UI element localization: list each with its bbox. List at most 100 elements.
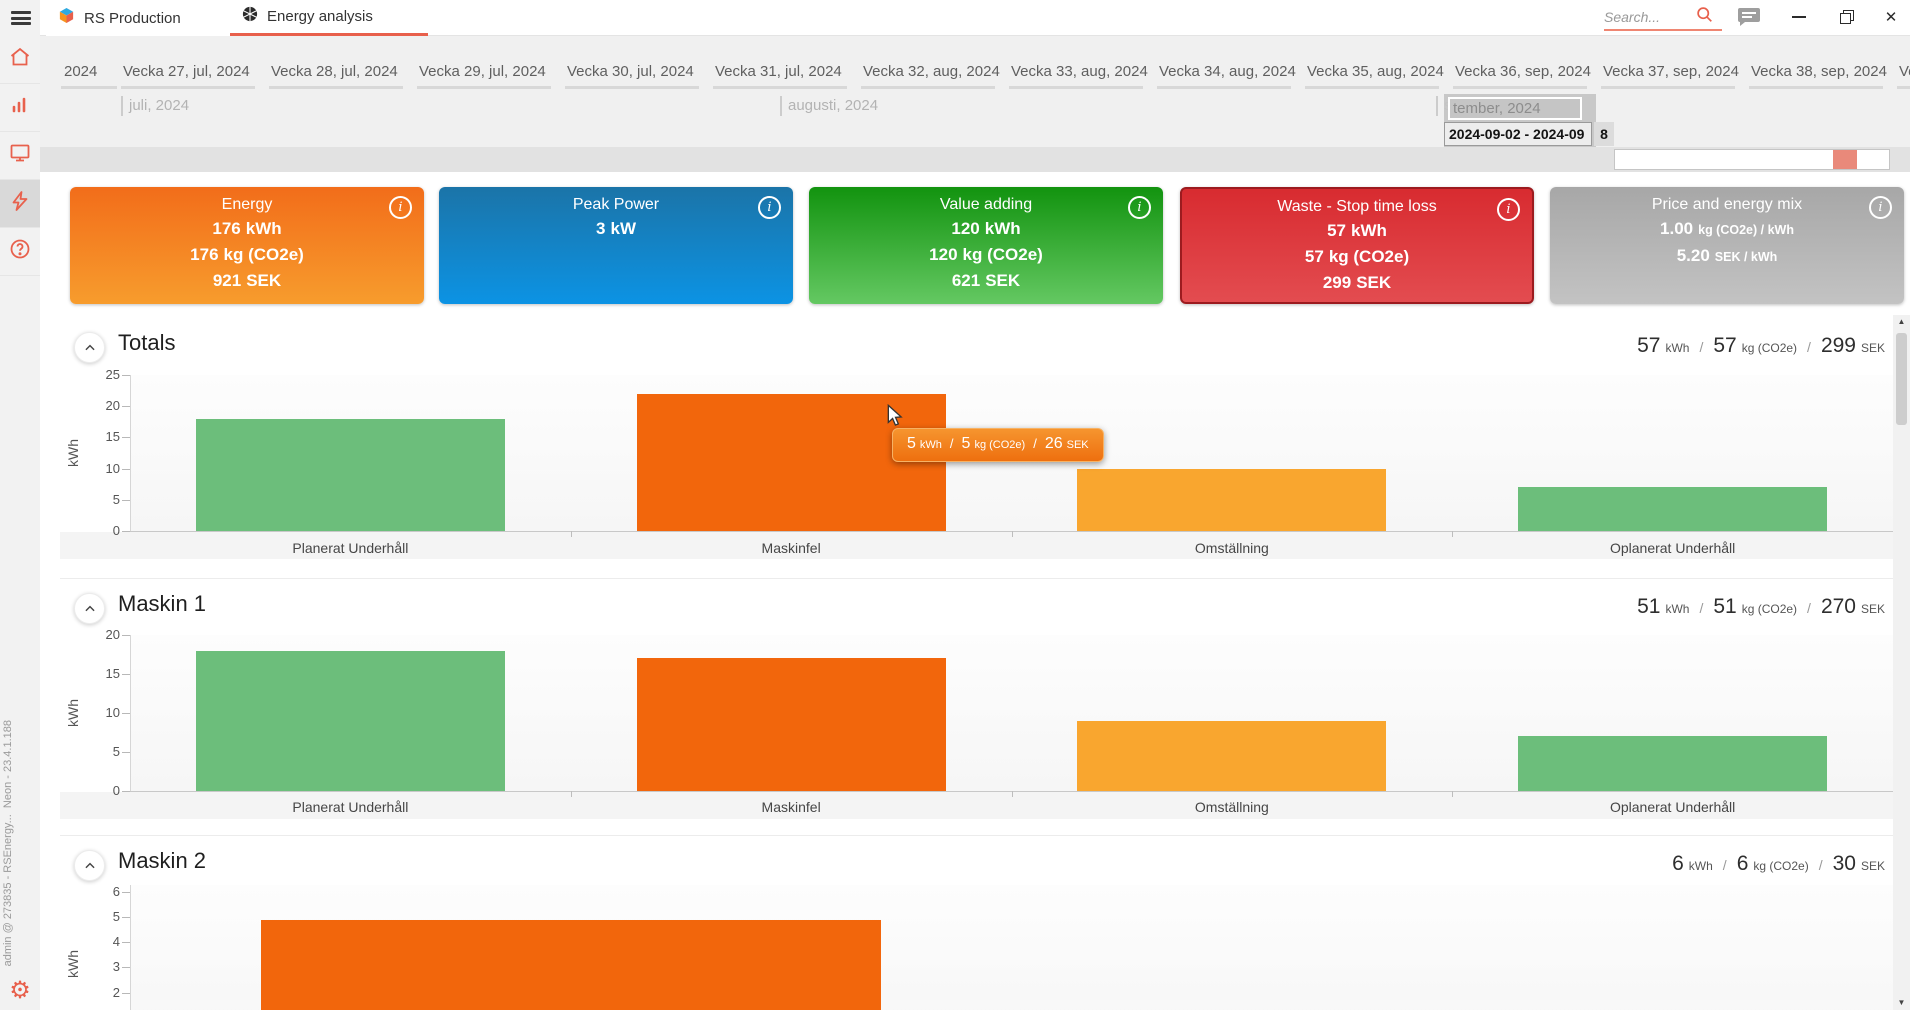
- kpi-value: 120: [951, 219, 979, 238]
- timeline-week-label[interactable]: Ve: [1899, 63, 1910, 80]
- timeline-week-label[interactable]: Vecka 30, jul, 2024: [567, 63, 694, 80]
- title-bar: RS Production Energy analysis ✕: [0, 0, 1910, 36]
- kpi-value-line: 57kWh: [1182, 218, 1532, 244]
- hamburger-menu-icon[interactable]: [11, 11, 31, 25]
- bar-oplanerat-underh-ll[interactable]: [1518, 487, 1827, 531]
- search-icon[interactable]: [1696, 6, 1713, 28]
- bar-oplanerat-underh-ll[interactable]: [1518, 736, 1827, 791]
- y-axis-line: [130, 885, 131, 1010]
- timeline-week-label[interactable]: Vecka 29, jul, 2024: [419, 63, 546, 80]
- kpi-value: 5.20: [1677, 246, 1710, 265]
- info-icon[interactable]: i: [1128, 196, 1151, 219]
- collapse-section-button[interactable]: [74, 850, 105, 881]
- timeline-strip: 2024Vecka 27, jul, 2024Vecka 28, jul, 20…: [0, 36, 1910, 147]
- timeline-week-underline: [1305, 86, 1439, 89]
- tab-rs-production[interactable]: RS Production: [46, 0, 230, 36]
- bar-omst-llning[interactable]: [1077, 721, 1386, 791]
- chevron-up-icon: [83, 859, 97, 873]
- kpi-value: 3: [596, 219, 605, 238]
- tooltip-value: 5: [907, 435, 916, 453]
- x-boundary-tick: [1452, 791, 1453, 797]
- sidebar-item-help[interactable]: [0, 228, 40, 276]
- info-icon[interactable]: i: [1869, 196, 1892, 219]
- kpi-value-line: 621SEK: [809, 268, 1163, 294]
- timeline-week-label[interactable]: Vecka 37, sep, 2024: [1603, 63, 1739, 80]
- x-category-label: Omställning: [1012, 799, 1453, 815]
- kpi-value: 57: [1305, 247, 1324, 266]
- summary-value: 6: [1672, 852, 1684, 876]
- y-tick-mark: [122, 469, 130, 470]
- section-title: Totals: [118, 330, 175, 356]
- summary-value: 51: [1637, 595, 1660, 619]
- info-icon[interactable]: i: [1497, 198, 1520, 221]
- tab-label: RS Production: [84, 10, 181, 27]
- y-tick-mark: [122, 752, 130, 753]
- summary-separator: /: [1699, 339, 1703, 355]
- timeline-week-underline: [565, 86, 699, 89]
- summary-separator: /: [1807, 339, 1811, 355]
- scroll-down-arrow[interactable]: ▼: [1893, 996, 1910, 1010]
- bar-planerat-underh-ll[interactable]: [196, 651, 505, 791]
- kpi-card-title: Energy: [70, 194, 424, 216]
- timeline-scrollband[interactable]: [40, 147, 1910, 172]
- feedback-icon[interactable]: [1732, 0, 1766, 34]
- restore-button[interactable]: [1830, 0, 1864, 34]
- kpi-unit: SEK: [1356, 273, 1391, 292]
- timeline-week-label[interactable]: Vecka 27, jul, 2024: [123, 63, 250, 80]
- kpi-value-line: 299 SEK: [1182, 270, 1532, 296]
- scroll-up-arrow[interactable]: ▲: [1893, 315, 1910, 329]
- kpi-value-line: 176kWh: [70, 216, 424, 242]
- timeline-week-label[interactable]: Vecka 31, jul, 2024: [715, 63, 842, 80]
- menu-zone: [0, 0, 40, 36]
- timeline-week-label[interactable]: Vecka 33, aug, 2024: [1011, 63, 1148, 80]
- scrollbar-thumb[interactable]: [1896, 333, 1907, 425]
- sidebar-item-home[interactable]: [0, 36, 40, 84]
- info-icon[interactable]: i: [758, 196, 781, 219]
- section-maskin-2: Maskin 26kWh/6kg (CO2e)/30SEK23456kWh: [60, 835, 1893, 1010]
- y-tick-label: 5: [76, 909, 120, 924]
- summary-unit: kWh: [1689, 859, 1713, 873]
- timeline-week-label[interactable]: Vecka 38, sep, 2024: [1751, 63, 1887, 80]
- timeline-week-label[interactable]: Vecka 36, sep, 2024: [1455, 63, 1591, 80]
- timeline-week-underline: [121, 86, 255, 89]
- y-tick-mark: [122, 791, 130, 792]
- section-summary: 57kWh/57kg (CO2e)/299SEK: [1637, 334, 1885, 358]
- timeline-range-slider[interactable]: [1614, 149, 1890, 170]
- tooltip-separator: /: [950, 436, 954, 451]
- sidebar-item-energy[interactable]: [0, 180, 40, 228]
- search-input[interactable]: [1604, 9, 1696, 25]
- minimize-button[interactable]: [1782, 0, 1816, 34]
- sidebar-item-analytics[interactable]: [0, 84, 40, 132]
- collapse-section-button[interactable]: [74, 593, 105, 624]
- timeline-week-underline: [1453, 86, 1587, 89]
- bar-series-0[interactable]: [261, 920, 881, 1010]
- vertical-scrollbar[interactable]: ▲ ▼: [1893, 315, 1910, 1010]
- y-tick-mark: [122, 500, 130, 501]
- info-icon[interactable]: i: [389, 196, 412, 219]
- timeline-week-underline: [861, 86, 995, 89]
- bar-maskinfel[interactable]: [637, 658, 946, 791]
- kpi-unit: kW: [610, 219, 636, 238]
- settings-gear-icon[interactable]: ⚙: [0, 970, 40, 1010]
- y-tick-mark: [122, 967, 130, 968]
- y-tick-label: 0: [76, 783, 120, 798]
- chevron-up-icon: [83, 341, 97, 355]
- timeline-week-label[interactable]: Vecka 35, aug, 2024: [1307, 63, 1444, 80]
- bar-chart-icon: [8, 93, 32, 122]
- y-tick-mark: [122, 892, 130, 893]
- kpi-value-line: 120kg (CO2e): [809, 242, 1163, 268]
- timeline-week-label[interactable]: Vecka 34, aug, 2024: [1159, 63, 1296, 80]
- tab-energy-analysis[interactable]: Energy analysis: [230, 0, 428, 36]
- section-title: Maskin 1: [118, 591, 206, 617]
- collapse-section-button[interactable]: [74, 332, 105, 363]
- bar-planerat-underh-ll[interactable]: [196, 419, 505, 531]
- x-category-label: Planerat Underhåll: [130, 540, 571, 556]
- timeline-week-label[interactable]: Vecka 28, jul, 2024: [271, 63, 398, 80]
- sidebar-item-displays[interactable]: [0, 132, 40, 180]
- x-category-label: Oplanerat Underhåll: [1452, 540, 1893, 556]
- timeline-week-label[interactable]: Vecka 32, aug, 2024: [863, 63, 1000, 80]
- kpi-value: 299: [1323, 273, 1351, 292]
- y-tick-mark: [122, 531, 130, 532]
- close-button[interactable]: ✕: [1874, 0, 1908, 34]
- bar-omst-llning[interactable]: [1077, 469, 1386, 531]
